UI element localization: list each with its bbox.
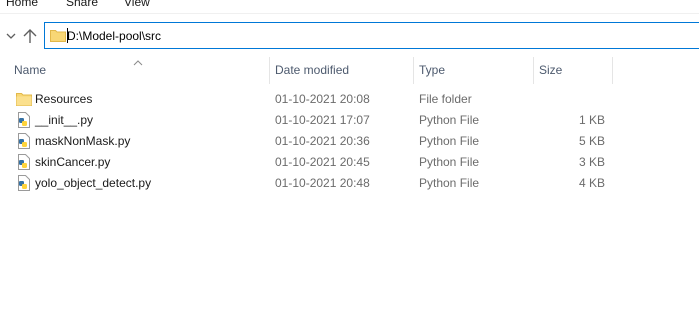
file-type: Python File bbox=[419, 113, 480, 127]
python-file-icon bbox=[16, 175, 32, 191]
address-bar[interactable]: D:\Model-pool\src bbox=[44, 22, 699, 49]
file-explorer-window: Home Share View D:\Model-pool\src Name D… bbox=[0, 0, 699, 326]
folder-icon bbox=[16, 91, 32, 107]
file-size: 1 KB bbox=[578, 113, 605, 127]
file-name: __init__.py bbox=[35, 113, 94, 127]
column-header-date-modified[interactable]: Date modified bbox=[275, 63, 349, 77]
address-path[interactable]: D:\Model-pool\src bbox=[67, 29, 161, 43]
column-divider[interactable] bbox=[612, 57, 613, 84]
sort-ascending-icon bbox=[133, 55, 143, 66]
ribbon-divider bbox=[0, 13, 699, 14]
recent-locations-chevron-down-icon[interactable] bbox=[5, 28, 17, 44]
file-size: 4 KB bbox=[578, 176, 605, 190]
column-divider[interactable] bbox=[269, 57, 270, 84]
list-item-masknonmask-py[interactable]: maskNonMask.py 01-10-2021 20:36 Python F… bbox=[0, 131, 612, 152]
file-name: Resources bbox=[35, 92, 93, 106]
file-name: yolo_object_detect.py bbox=[35, 176, 152, 190]
ribbon-tab-share[interactable]: Share bbox=[66, 0, 98, 9]
column-header-name[interactable]: Name bbox=[14, 63, 46, 77]
list-item-resources[interactable]: Resources 01-10-2021 20:08 File folder bbox=[0, 89, 612, 110]
list-item-yolo-object-detect-py[interactable]: yolo_object_detect.py 01-10-2021 20:48 P… bbox=[0, 173, 612, 194]
column-header-size[interactable]: Size bbox=[539, 63, 562, 77]
list-item-init-py[interactable]: __init__.py 01-10-2021 17:07 Python File… bbox=[0, 110, 612, 131]
list-item-skincancer-py[interactable]: skinCancer.py 01-10-2021 20:45 Python Fi… bbox=[0, 152, 612, 173]
file-type: Python File bbox=[419, 134, 480, 148]
column-divider[interactable] bbox=[533, 57, 534, 84]
file-date-modified: 01-10-2021 20:45 bbox=[275, 155, 370, 169]
file-type: Python File bbox=[419, 176, 480, 190]
file-size: 3 KB bbox=[578, 155, 605, 169]
python-file-icon bbox=[16, 154, 32, 170]
file-date-modified: 01-10-2021 20:48 bbox=[275, 176, 370, 190]
file-date-modified: 01-10-2021 20:08 bbox=[275, 92, 370, 106]
column-divider[interactable] bbox=[413, 57, 414, 84]
up-arrow-icon[interactable] bbox=[21, 27, 39, 45]
ribbon-tab-home[interactable]: Home bbox=[6, 0, 38, 9]
column-header-type[interactable]: Type bbox=[419, 63, 445, 77]
file-type: File folder bbox=[419, 92, 472, 106]
python-file-icon bbox=[16, 112, 32, 128]
ribbon-tab-view[interactable]: View bbox=[124, 0, 150, 9]
python-file-icon bbox=[16, 133, 32, 149]
file-name: skinCancer.py bbox=[35, 155, 111, 169]
file-date-modified: 01-10-2021 20:36 bbox=[275, 134, 370, 148]
folder-icon bbox=[50, 29, 66, 42]
file-name: maskNonMask.py bbox=[35, 134, 131, 148]
file-size: 5 KB bbox=[578, 134, 605, 148]
file-date-modified: 01-10-2021 17:07 bbox=[275, 113, 370, 127]
file-type: Python File bbox=[419, 155, 480, 169]
